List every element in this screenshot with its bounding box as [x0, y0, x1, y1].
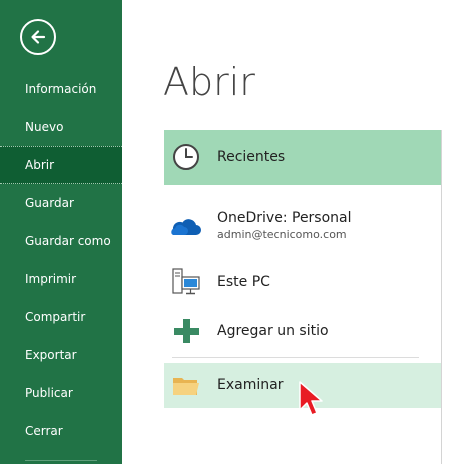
- location-label: Recientes: [217, 149, 286, 165]
- nav-item-nuevo[interactable]: Nuevo: [0, 108, 122, 146]
- nav-item-compartir[interactable]: Compartir: [0, 298, 122, 336]
- cloud-icon: [171, 219, 201, 235]
- computer-icon: [172, 268, 200, 295]
- nav-item-imprimir[interactable]: Imprimir: [0, 260, 122, 298]
- nav-item-abrir[interactable]: Abrir: [0, 146, 122, 184]
- location-agregar-sitio[interactable]: Agregar un sitio: [164, 304, 441, 359]
- back-button[interactable]: [20, 19, 56, 55]
- plus-icon: [174, 319, 199, 343]
- arrow-left-icon: [31, 30, 46, 44]
- folder-icon: [173, 378, 199, 395]
- sidebar-divider: [25, 460, 97, 461]
- account-email: admin@tecnicomo.com: [217, 228, 347, 241]
- mouse-pointer-icon: [299, 381, 323, 416]
- location-label: OneDrive: Personal: [217, 210, 352, 226]
- nav-item-cerrar[interactable]: Cerrar: [0, 412, 122, 450]
- backstage-sidebar: Información Nuevo Abrir Guardar Guardar …: [0, 0, 122, 464]
- nav-item-exportar[interactable]: Exportar: [0, 336, 122, 374]
- location-onedrive[interactable]: OneDrive: Personal admin@tecnicomo.com: [164, 200, 441, 255]
- nav-item-informacion[interactable]: Información: [0, 70, 122, 108]
- location-label: Examinar: [217, 377, 284, 393]
- clock-icon: [173, 144, 199, 170]
- location-este-pc[interactable]: Este PC: [164, 255, 441, 310]
- nav-item-publicar[interactable]: Publicar: [0, 374, 122, 412]
- location-label: Agregar un sitio: [217, 323, 329, 339]
- panel-divider: [441, 130, 442, 464]
- nav-item-guardar[interactable]: Guardar: [0, 184, 122, 222]
- location-recientes[interactable]: Recientes: [164, 130, 441, 185]
- location-label: Este PC: [217, 274, 270, 290]
- separator: [172, 357, 419, 358]
- nav-item-guardar-como[interactable]: Guardar como: [0, 222, 122, 260]
- page-title: Abrir: [163, 60, 255, 104]
